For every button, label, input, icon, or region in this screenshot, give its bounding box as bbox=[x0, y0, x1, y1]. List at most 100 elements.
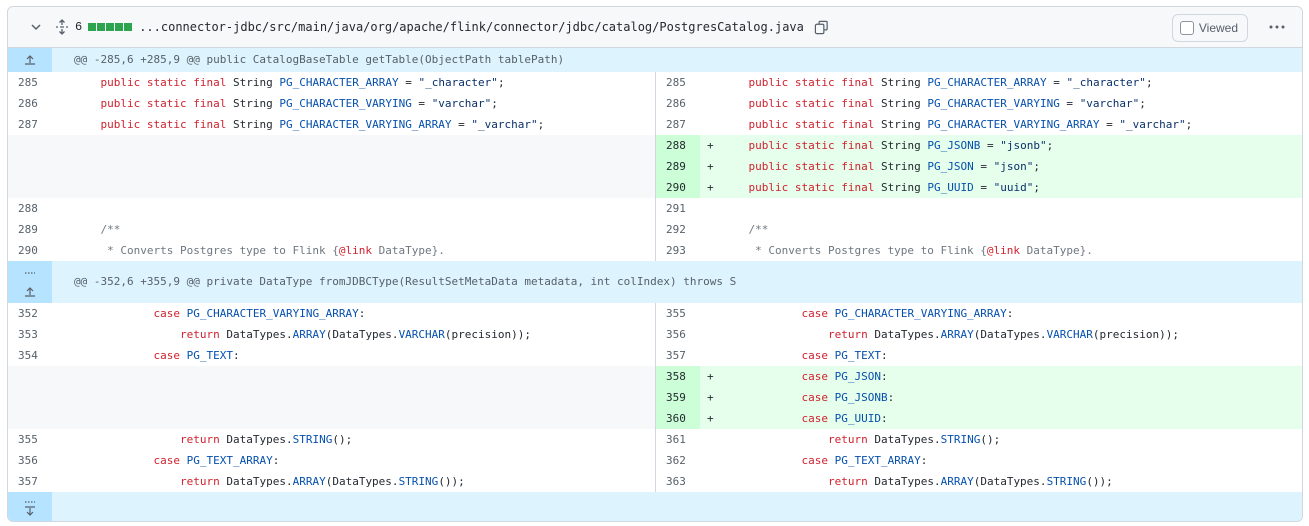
fold-up-icon bbox=[25, 55, 35, 65]
right-side: 286 public static final String PG_CHARAC… bbox=[656, 93, 1302, 114]
line-number[interactable]: 287 bbox=[8, 114, 52, 135]
code-line: return DataTypes.ARRAY(DataTypes.VARCHAR… bbox=[827, 328, 1180, 341]
line-number[interactable]: 357 bbox=[656, 345, 700, 366]
left-side bbox=[8, 135, 656, 156]
code-line: public static final String PG_CHARACTER_… bbox=[100, 76, 505, 89]
code-line: case PG_TEXT_ARRAY: bbox=[801, 454, 928, 467]
left-side bbox=[8, 366, 656, 387]
ellipsis-icon bbox=[25, 271, 35, 274]
line-number[interactable]: 289 bbox=[656, 156, 700, 177]
right-side: 359 + case PG_JSONB: bbox=[656, 387, 1302, 408]
code-line: case PG_TEXT: bbox=[153, 349, 240, 362]
added-marker: + bbox=[707, 160, 714, 173]
diff-row-added: 358 + case PG_JSON: bbox=[8, 366, 1302, 387]
line-number[interactable]: 285 bbox=[656, 72, 700, 93]
changes-count: 6 bbox=[75, 20, 83, 34]
line-number[interactable]: 352 bbox=[8, 303, 52, 324]
diff-row-added: 288 + public static final String PG_JSONB… bbox=[8, 135, 1302, 156]
diff-row: 357 return DataTypes.ARRAY(DataTypes.STR… bbox=[8, 471, 1302, 492]
viewed-label: Viewed bbox=[1198, 21, 1238, 35]
line-number[interactable]: 355 bbox=[8, 429, 52, 450]
diff-row: 290 * Converts Postgres type to Flink {@… bbox=[8, 240, 1302, 261]
left-side: 355 return DataTypes.STRING(); bbox=[8, 429, 656, 450]
diff-row-added: 359 + case PG_JSONB: bbox=[8, 387, 1302, 408]
diff-file: 6 ...connector-jdbc/src/main/java/org/ap… bbox=[7, 6, 1303, 522]
added-marker: + bbox=[707, 391, 714, 404]
left-side bbox=[8, 387, 656, 408]
line-number[interactable]: 353 bbox=[8, 324, 52, 345]
diffstat-bar bbox=[88, 23, 133, 31]
expand-down-button[interactable] bbox=[8, 492, 52, 521]
diff-table: @@ -285,6 +285,9 @@ public CatalogBaseTa… bbox=[8, 48, 1302, 521]
line-number[interactable]: 358 bbox=[656, 366, 700, 387]
line-number[interactable]: 356 bbox=[8, 450, 52, 471]
left-side: 290 * Converts Postgres type to Flink {@… bbox=[8, 240, 656, 261]
expand-up-button[interactable] bbox=[8, 48, 52, 72]
kebab-horizontal-icon bbox=[1269, 25, 1285, 29]
left-side: 288 bbox=[8, 198, 656, 219]
hunk-header-text: @@ -352,6 +355,9 @@ private DataType fro… bbox=[74, 275, 737, 288]
added-marker: + bbox=[707, 370, 714, 383]
added-marker: + bbox=[707, 181, 714, 194]
added-marker: + bbox=[707, 139, 714, 152]
code-line: return DataTypes.STRING(); bbox=[179, 433, 353, 446]
code-line: return DataTypes.STRING(); bbox=[827, 433, 1001, 446]
viewed-checkbox[interactable]: Viewed bbox=[1171, 14, 1248, 42]
code-line: * Converts Postgres type to Flink {@link… bbox=[722, 244, 1093, 257]
line-number[interactable]: 356 bbox=[656, 324, 700, 345]
hunk-header bbox=[8, 492, 1302, 521]
code-line: case PG_TEXT: bbox=[801, 349, 888, 362]
line-number[interactable]: 287 bbox=[656, 114, 700, 135]
code-line: /** bbox=[748, 223, 769, 236]
diff-row: 353 return DataTypes.ARRAY(DataTypes.VAR… bbox=[8, 324, 1302, 345]
left-side: 356 case PG_TEXT_ARRAY: bbox=[8, 450, 656, 471]
line-number[interactable]: 286 bbox=[8, 93, 52, 114]
right-side: 289 + public static final String PG_JSON … bbox=[656, 156, 1302, 177]
right-side: 362 case PG_TEXT_ARRAY: bbox=[656, 450, 1302, 471]
right-side: 363 return DataTypes.ARRAY(DataTypes.STR… bbox=[656, 471, 1302, 492]
line-number[interactable]: 292 bbox=[656, 219, 700, 240]
right-side: 357 case PG_TEXT: bbox=[656, 345, 1302, 366]
left-side: 354 case PG_TEXT: bbox=[8, 345, 656, 366]
diff-row: 355 return DataTypes.STRING(); 361 return… bbox=[8, 429, 1302, 450]
diff-row-added: 360 + case PG_UUID: bbox=[8, 408, 1302, 429]
line-number[interactable]: 362 bbox=[656, 450, 700, 471]
collapse-toggle[interactable] bbox=[28, 19, 44, 35]
copy-path-button[interactable] bbox=[814, 19, 830, 35]
line-number[interactable]: 285 bbox=[8, 72, 52, 93]
file-path[interactable]: ...connector-jdbc/src/main/java/org/apac… bbox=[139, 20, 804, 34]
code-line: return DataTypes.ARRAY(DataTypes.STRING(… bbox=[179, 475, 465, 488]
line-number[interactable]: 293 bbox=[656, 240, 700, 261]
checkbox-icon bbox=[1179, 21, 1194, 35]
code-line: case PG_JSON: bbox=[801, 370, 888, 383]
left-side: 285 public static final String PG_CHARAC… bbox=[8, 72, 656, 93]
diff-row: 285 public static final String PG_CHARAC… bbox=[8, 72, 1302, 93]
line-number[interactable]: 288 bbox=[656, 135, 700, 156]
line-number[interactable]: 360 bbox=[656, 408, 700, 429]
diff-row: 288 291 bbox=[8, 198, 1302, 219]
line-number[interactable]: 288 bbox=[8, 198, 52, 219]
code-line: * Converts Postgres type to Flink {@link… bbox=[74, 244, 445, 257]
right-side: 292 /** bbox=[656, 219, 1302, 240]
file-options-button[interactable] bbox=[1268, 19, 1286, 35]
left-side: 287 public static final String PG_CHARAC… bbox=[8, 114, 656, 135]
line-number[interactable]: 359 bbox=[656, 387, 700, 408]
line-number[interactable]: 361 bbox=[656, 429, 700, 450]
line-number[interactable]: 289 bbox=[8, 219, 52, 240]
line-number[interactable]: 354 bbox=[8, 345, 52, 366]
right-side: 358 + case PG_JSON: bbox=[656, 366, 1302, 387]
code-line: /** bbox=[100, 223, 121, 236]
expand-down-button[interactable] bbox=[8, 263, 52, 282]
code-line: public static final String PG_CHARACTER_… bbox=[100, 97, 498, 110]
expand-up-button[interactable] bbox=[8, 282, 52, 301]
line-number[interactable]: 363 bbox=[656, 471, 700, 492]
line-number[interactable]: 291 bbox=[656, 198, 700, 219]
hunk-header: @@ -285,6 +285,9 @@ public CatalogBaseTa… bbox=[8, 48, 1302, 72]
line-number[interactable]: 357 bbox=[8, 471, 52, 492]
right-side: 290 + public static final String PG_UUID … bbox=[656, 177, 1302, 198]
line-number[interactable]: 290 bbox=[8, 240, 52, 261]
line-number[interactable]: 355 bbox=[656, 303, 700, 324]
line-number[interactable]: 290 bbox=[656, 177, 700, 198]
line-number[interactable]: 286 bbox=[656, 93, 700, 114]
expand-all-button[interactable] bbox=[54, 19, 70, 35]
